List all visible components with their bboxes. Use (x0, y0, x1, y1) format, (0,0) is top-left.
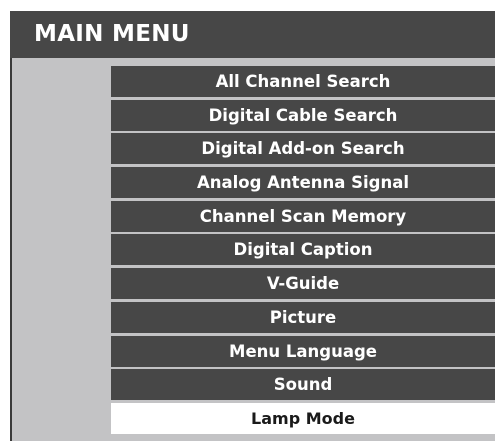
menu-item-digital-cable-search[interactable]: Digital Cable Search (111, 99, 495, 131)
menu-item-lamp-mode[interactable]: Lamp Mode (111, 402, 495, 434)
menu-item-menu-language[interactable]: Menu Language (111, 335, 495, 367)
menu-item-digital-add-on-search[interactable]: Digital Add-on Search (111, 133, 495, 165)
menu-title: MAIN MENU (34, 21, 190, 47)
menu-item-channel-scan-memory[interactable]: Channel Scan Memory (111, 200, 495, 232)
menu-item-v-guide[interactable]: V-Guide (111, 268, 495, 300)
menu-item-all-channel-search[interactable]: All Channel Search (111, 66, 495, 97)
main-menu-list: All Channel Search Digital Cable Search … (111, 66, 495, 437)
menu-header: MAIN MENU (10, 11, 495, 58)
menu-item-digital-caption[interactable]: Digital Caption (111, 234, 495, 266)
menu-item-picture[interactable]: Picture (111, 301, 495, 333)
tv-osd-main-menu: MAIN MENU All Channel Search Digital Cab… (0, 0, 495, 441)
menu-item-analog-antenna-signal[interactable]: Analog Antenna Signal (111, 167, 495, 199)
menu-item-sound[interactable]: Sound (111, 369, 495, 401)
